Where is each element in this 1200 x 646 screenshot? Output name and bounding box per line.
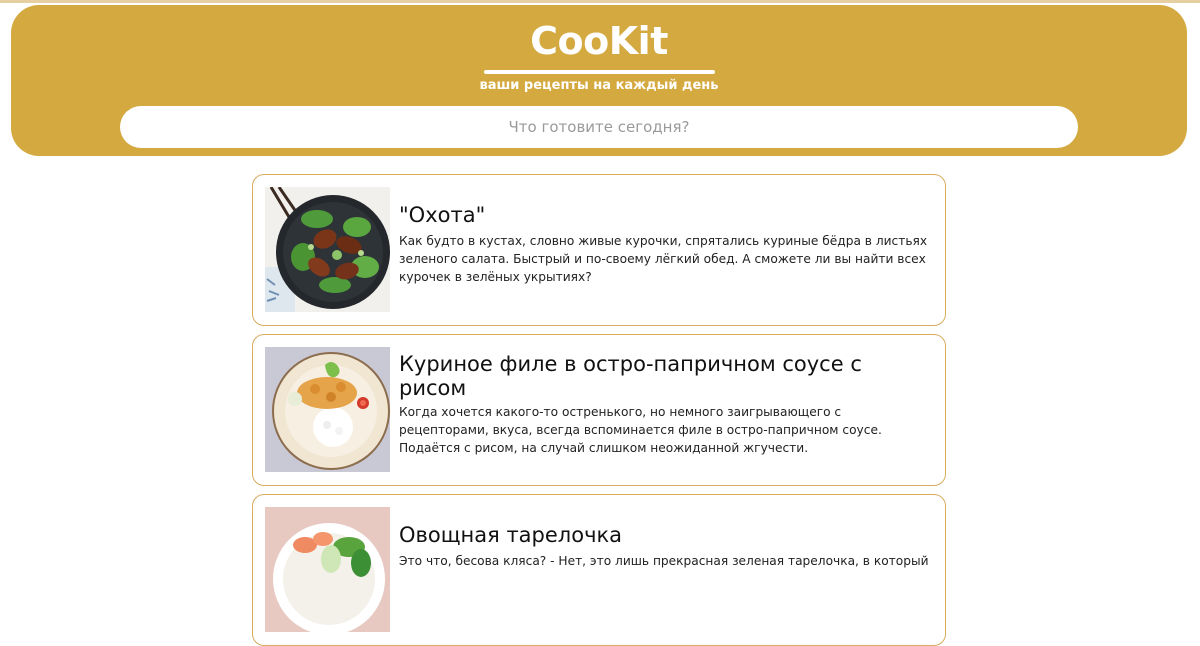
recipe-title[interactable]: Овощная тарелочка <box>399 523 919 547</box>
recipe-description: Это что, бесова кляса? - Нет, это лишь п… <box>399 554 929 568</box>
logo-underline <box>484 70 715 74</box>
site-logo[interactable]: CooKit <box>11 19 1187 63</box>
recipe-title[interactable]: Куриное филе в остро-папричном соусе с р… <box>399 352 919 400</box>
chicken-rice-photo <box>265 347 390 472</box>
site-header: CooKit ваши рецепты на каждый день Что г… <box>11 5 1187 156</box>
site-tagline: ваши рецепты на каждый день <box>479 78 719 93</box>
recipe-card[interactable]: Овощная тарелочка Это что, бесова кляса?… <box>252 494 946 646</box>
recipe-description: Как будто в кустах, словно живые курочки… <box>399 234 928 284</box>
vegetable-bowl-photo <box>265 507 390 632</box>
recipe-title[interactable]: "Охота" <box>399 203 919 227</box>
search-placeholder: Что готовите сегодня? <box>508 118 690 136</box>
top-accent-line <box>0 0 1200 3</box>
recipe-description: Когда хочется какого-то остренького, но … <box>399 405 882 455</box>
recipe-image-vegetable-bowl[interactable] <box>265 507 390 632</box>
recipe-image-chicken-thighs[interactable] <box>265 187 390 312</box>
chicken-thighs-photo <box>265 187 390 312</box>
recipe-card[interactable]: "Охота" Как будто в кустах, словно живые… <box>252 174 946 326</box>
search-input[interactable]: Что готовите сегодня? <box>120 106 1078 148</box>
recipe-card[interactable]: Куриное филе в остро-папричном соусе с р… <box>252 334 946 486</box>
recipe-image-chicken-rice[interactable] <box>265 347 390 472</box>
